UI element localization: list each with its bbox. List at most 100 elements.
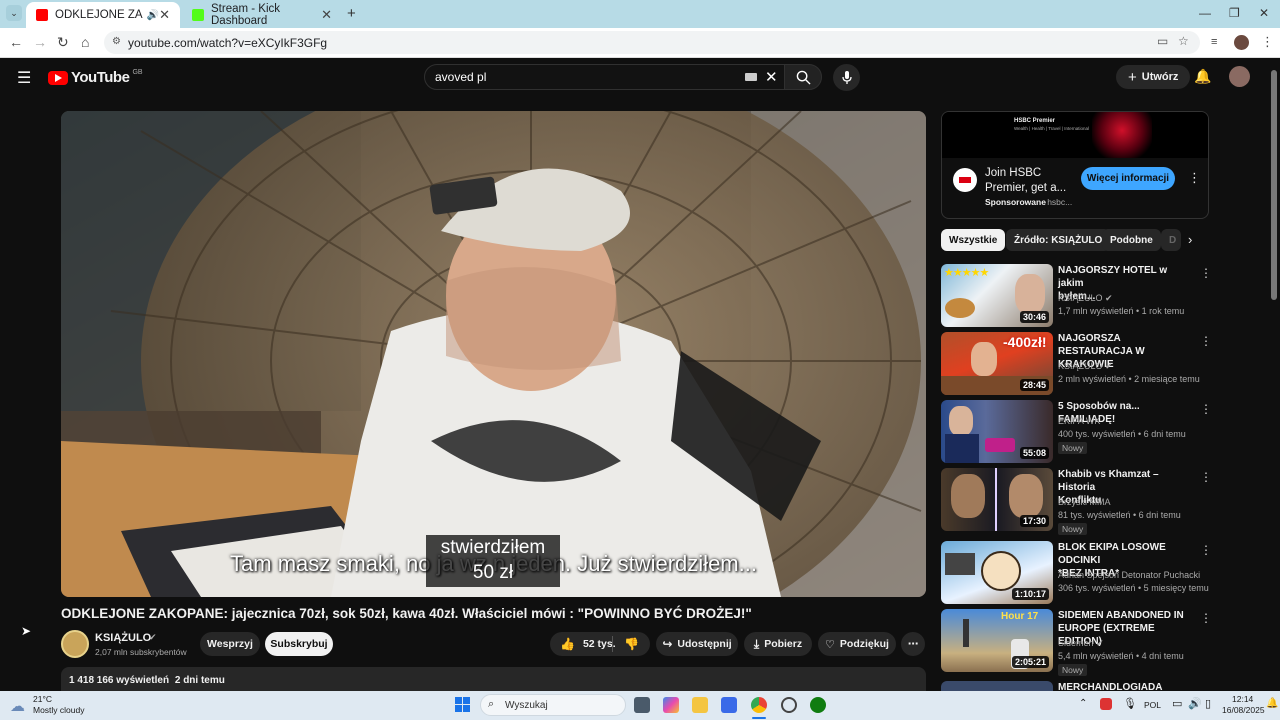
ad-menu-icon[interactable]: ⋮ [1188, 170, 1201, 186]
channel-name[interactable]: KSIĄŻULO [95, 632, 151, 644]
volume-icon[interactable]: 🔊 [1188, 697, 1202, 710]
input-language[interactable]: POL [1144, 700, 1161, 710]
weather-temperature[interactable]: 21°C [33, 694, 52, 704]
page-scrollbar-thumb[interactable] [1271, 70, 1277, 300]
search-button[interactable] [784, 64, 822, 90]
recommendation-item[interactable]: Hour 17 2:05:21 SIDEMEN ABANDONED IN EURO… [941, 609, 1212, 676]
taskbar-search-box[interactable]: ⌕ Wyszukaj [480, 694, 626, 716]
close-tab-icon[interactable]: ✕ [321, 7, 332, 23]
video-thumbnail[interactable]: -400zł! 28:45 [941, 332, 1053, 395]
keyboard-icon[interactable] [745, 73, 757, 81]
create-button[interactable]: + Utwórz [1116, 65, 1191, 89]
profile-avatar[interactable] [1234, 35, 1249, 50]
recommendation-item[interactable]: -400zł! 28:45 NAJGORSZA RESTAURACJA W KRA… [941, 332, 1212, 396]
recommendation-channel[interactable]: KSIĄŻULO ✔ [1058, 361, 1113, 372]
recommendation-channel[interactable]: Brzyski MMA [1058, 497, 1111, 507]
recommendation-menu-icon[interactable]: ⋮ [1200, 334, 1212, 348]
video-thumbnail[interactable]: Hour 17 2:05:21 [941, 609, 1053, 672]
video-thumbnail[interactable] [941, 681, 1053, 691]
clock-date[interactable]: 16/08/2025 [1222, 705, 1265, 715]
recommendation-menu-icon[interactable]: ⋮ [1200, 611, 1212, 625]
sponsored-ad-card[interactable]: HSBC Premier Wealth | Health | Travel | … [941, 111, 1209, 219]
thanks-button[interactable]: ♡ Podziękuj [818, 632, 896, 656]
network-icon[interactable]: ▭ [1172, 697, 1182, 710]
tab-youtube-video[interactable]: ODKLEJONE ZAKOPANE: ja 🔊 ✕ [26, 2, 180, 28]
video-thumbnail[interactable]: 1:10:17 [941, 541, 1053, 604]
recommendation-item[interactable]: 1:10:17 BLOK EKIPA LOSOWE ODCINKI *BEZ IN… [941, 541, 1212, 605]
recommendation-channel[interactable]: KSIĄŻULO ✔ [1058, 293, 1113, 304]
video-thumbnail[interactable]: 55:08 [941, 400, 1053, 463]
speaker-icon[interactable]: 🔊 [147, 10, 159, 21]
youtube-logo[interactable]: YouTube GB [48, 69, 143, 86]
ad-cta-button[interactable]: Więcej informacji [1081, 167, 1175, 190]
clock-time[interactable]: 12:14 [1232, 694, 1253, 704]
tab-kick-dashboard[interactable]: Stream - Kick Dashboard ✕ [182, 2, 342, 28]
chip-source-channel[interactable]: Źródło: KSIĄŻULO [1006, 229, 1111, 251]
video-thumbnail[interactable]: 17:30 [941, 468, 1053, 531]
reload-icon[interactable]: ↻ [57, 34, 69, 51]
video-thumbnail[interactable]: ★★★★★ 30:46 [941, 264, 1053, 327]
recommendation-channel[interactable]: Adrian Spejson Detonator Puchacki [1058, 570, 1200, 580]
xbox-icon[interactable] [810, 697, 826, 713]
show-hidden-icons-chevron-icon[interactable]: ⌃ [1079, 698, 1087, 709]
join-button[interactable]: Wesprzyj [200, 632, 260, 656]
chip-partial[interactable]: D [1161, 229, 1181, 251]
steam-icon[interactable] [781, 697, 797, 713]
windows-start-icon[interactable] [455, 697, 471, 713]
copilot-icon[interactable] [663, 697, 679, 713]
new-tab-icon[interactable]: + [347, 5, 356, 22]
account-avatar[interactable] [1229, 66, 1250, 87]
home-icon[interactable]: ⌂ [81, 34, 89, 50]
close-window-icon[interactable]: ✕ [1259, 6, 1269, 20]
forward-icon[interactable]: → [33, 34, 47, 50]
search-input[interactable]: avoved pl ✕ [424, 64, 786, 90]
restore-icon[interactable]: ❐ [1229, 6, 1240, 20]
back-icon[interactable]: ← [9, 34, 23, 50]
recommendation-menu-icon[interactable]: ⋮ [1200, 266, 1212, 280]
tray-app-icon[interactable] [1100, 698, 1112, 710]
bookmark-star-icon[interactable]: ☆ [1178, 34, 1189, 48]
download-button[interactable]: ⤓ Pobierz [744, 632, 812, 656]
weather-description[interactable]: Mostly cloudy [33, 705, 85, 715]
tab-search-chevron-icon[interactable]: ⌄ [6, 5, 22, 21]
chrome-icon[interactable] [751, 697, 767, 713]
thumbs-down-icon[interactable]: 👎 [624, 637, 639, 651]
notifications-bell-icon[interactable]: 🔔 [1194, 68, 1211, 85]
cast-icon[interactable]: ▭ [1157, 34, 1168, 48]
channel-avatar[interactable] [61, 630, 89, 658]
battery-icon[interactable]: ▯ [1205, 697, 1211, 710]
hamburger-menu-icon[interactable]: ☰ [17, 68, 31, 88]
chip-all[interactable]: Wszystkie [941, 229, 1006, 251]
microphone-tray-icon[interactable]: 🎙 [1123, 697, 1137, 710]
recommendation-item[interactable]: 55:08 5 Sposobów na... FAMILIADĘ! EKIPA … [941, 400, 1212, 464]
share-button[interactable]: ↪ Udostępnij [656, 632, 738, 656]
chips-next-chevron-icon[interactable]: › [1188, 232, 1192, 247]
notifications-icon[interactable]: 🔔 [1266, 698, 1278, 709]
thumbs-up-icon[interactable]: 👍 [560, 637, 575, 651]
clear-search-icon[interactable]: ✕ [765, 68, 778, 86]
reading-list-icon[interactable]: ≡ [1211, 36, 1217, 48]
chrome-menu-icon[interactable]: ⋮ [1261, 34, 1274, 50]
recommendation-menu-icon[interactable]: ⋮ [1200, 543, 1212, 557]
recommendation-channel[interactable]: Sidemen ✔ [1058, 638, 1104, 649]
recommendation-menu-icon[interactable]: ⋮ [1200, 402, 1212, 416]
voice-search-button[interactable] [833, 64, 860, 91]
like-count[interactable]: 52 tys. [583, 638, 616, 650]
address-bar[interactable]: ⚙ youtube.com/watch?v=eXCyIkF3GFg ▭ ☆ [104, 31, 1200, 54]
video-player[interactable]: Tam masz smaki, no ja wz n jeden. Już st… [61, 111, 926, 597]
chip-related[interactable]: Podobne [1102, 229, 1161, 251]
description-box[interactable]: 1 418 166 wyświetleń 2 dni temu [61, 667, 926, 692]
task-view-icon[interactable] [634, 697, 650, 713]
recommendation-item[interactable]: MERCHANDLOGIADA [941, 681, 1211, 691]
recommendation-item[interactable]: 17:30 Khabib vs Khamzat – Historia Konfli… [941, 468, 1212, 535]
recommendation-channel[interactable]: EKIPA WK [1058, 416, 1100, 426]
weather-cloud-icon[interactable]: ☁ [10, 697, 25, 715]
recommendation-menu-icon[interactable]: ⋮ [1200, 470, 1212, 484]
minimize-icon[interactable]: — [1199, 6, 1211, 20]
close-tab-icon[interactable]: ✕ [159, 7, 170, 23]
recommendation-item[interactable]: ★★★★★ 30:46 NAJGORSZY HOTEL w jakim byłem… [941, 264, 1212, 328]
site-info-icon[interactable]: ⚙ [112, 36, 121, 47]
file-explorer-icon[interactable] [692, 697, 708, 713]
more-actions-button[interactable]: ⋯ [901, 632, 925, 656]
subscribe-button[interactable]: Subskrybuj [265, 632, 333, 656]
